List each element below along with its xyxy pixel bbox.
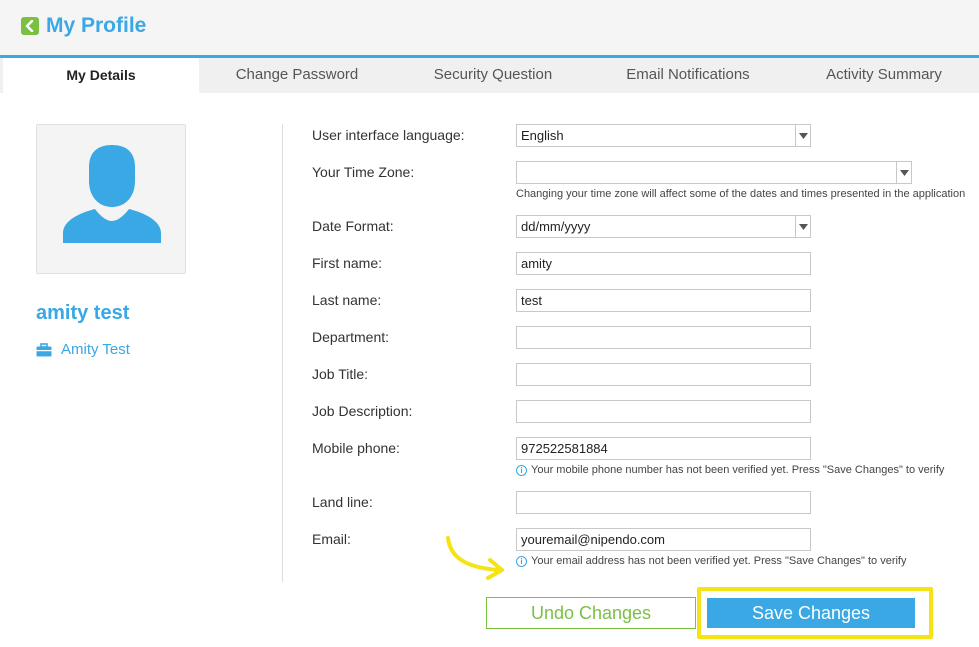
profile-sidebar: amity test Amity Test	[0, 93, 282, 647]
date-format-value: dd/mm/yyyy	[521, 219, 591, 234]
email-label: Email:	[312, 531, 351, 547]
language-value: English	[521, 128, 564, 143]
department-field[interactable]	[516, 326, 811, 349]
timezone-select[interactable]	[516, 161, 912, 184]
user-name: amity test	[36, 302, 130, 324]
tab-security-question[interactable]: Security Question	[395, 58, 591, 93]
chevron-left-icon	[25, 20, 34, 32]
page-header: My Profile	[0, 0, 979, 56]
email-hint-text: Your email address has not been verified…	[531, 555, 907, 567]
date-format-select[interactable]: dd/mm/yyyy	[516, 215, 811, 238]
tab-bar: My Details Change Password Security Ques…	[0, 55, 979, 93]
company-name[interactable]: Amity Test	[61, 341, 130, 358]
caret-down-icon	[795, 216, 810, 237]
tab-my-details[interactable]: My Details	[3, 58, 199, 93]
last-name-label: Last name:	[312, 292, 382, 308]
info-icon: i	[516, 555, 527, 567]
job-title-field[interactable]	[516, 363, 811, 386]
info-icon: i	[516, 464, 527, 476]
company-row: Amity Test	[36, 341, 130, 358]
vertical-divider	[282, 124, 283, 582]
tab-email-notifications[interactable]: Email Notifications	[590, 58, 786, 93]
save-changes-button[interactable]: Save Changes	[707, 598, 915, 628]
mobile-hint-text: Your mobile phone number has not been ve…	[531, 464, 945, 476]
annotation-arrow-icon	[446, 536, 504, 580]
job-description-field[interactable]	[516, 400, 811, 423]
first-name-label: First name:	[312, 255, 383, 271]
language-label: User interface language:	[312, 127, 465, 143]
land-line-field[interactable]	[516, 491, 811, 514]
undo-changes-button[interactable]: Undo Changes	[486, 597, 696, 629]
land-line-label: Land line:	[312, 494, 373, 510]
date-format-label: Date Format:	[312, 218, 394, 234]
caret-down-icon	[795, 125, 810, 146]
page-title: My Profile	[46, 14, 147, 37]
tab-activity-summary[interactable]: Activity Summary	[786, 58, 979, 93]
timezone-hint: Changing your time zone will affect some…	[516, 188, 966, 200]
job-title-label: Job Title:	[312, 366, 369, 382]
user-avatar-icon	[63, 145, 161, 243]
language-select[interactable]: English	[516, 124, 811, 147]
timezone-label: Your Time Zone:	[312, 164, 415, 180]
back-button[interactable]	[21, 17, 39, 35]
briefcase-icon	[36, 342, 52, 356]
mobile-hint: i Your mobile phone number has not been …	[516, 464, 944, 476]
caret-down-icon	[896, 162, 911, 183]
department-label: Department:	[312, 329, 390, 345]
job-description-label: Job Description:	[312, 403, 413, 419]
mobile-field[interactable]: 972522581884	[516, 437, 811, 460]
email-hint: i Your email address has not been verifi…	[516, 555, 907, 567]
email-field[interactable]: youremail@nipendo.com	[516, 528, 811, 551]
last-name-field[interactable]: test	[516, 289, 811, 312]
avatar[interactable]	[36, 124, 186, 274]
first-name-field[interactable]: amity	[516, 252, 811, 275]
mobile-label: Mobile phone:	[312, 440, 400, 456]
tab-change-password[interactable]: Change Password	[199, 58, 395, 93]
